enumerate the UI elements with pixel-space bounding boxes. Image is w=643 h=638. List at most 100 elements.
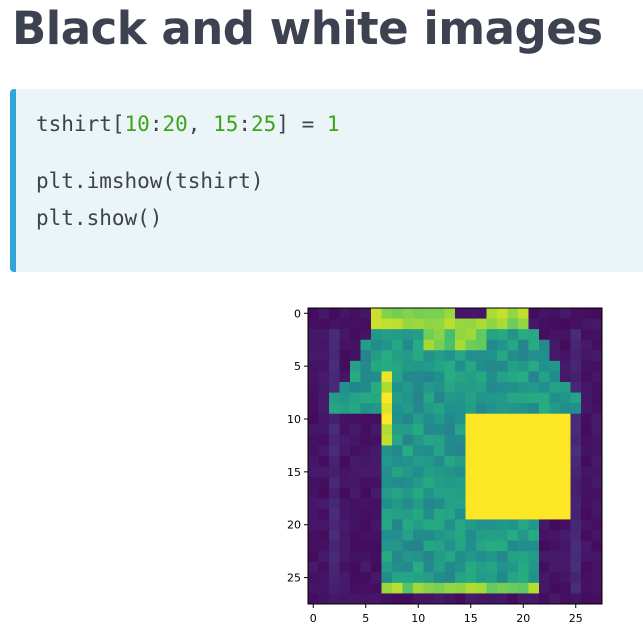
heatmap-cell <box>308 582 319 594</box>
heatmap-cell <box>465 477 477 489</box>
heatmap-cell <box>455 434 466 446</box>
heatmap-cell <box>570 371 582 383</box>
heatmap-cell <box>549 508 561 520</box>
heatmap-cell <box>413 434 424 446</box>
heatmap-cell <box>392 308 403 319</box>
heatmap-cell <box>497 498 508 510</box>
heatmap-cell <box>444 530 456 541</box>
heatmap-cell <box>486 456 498 467</box>
heatmap-cell <box>560 392 571 404</box>
heatmap-cell <box>308 403 319 415</box>
heatmap-cell <box>392 572 403 584</box>
heatmap-cell <box>381 445 393 457</box>
heatmap-cell <box>392 403 403 415</box>
heatmap-cell <box>465 382 477 393</box>
heatmap-cell <box>339 477 351 489</box>
heatmap-cell <box>518 530 529 541</box>
code-token: , <box>187 112 214 136</box>
heatmap-cell <box>476 339 487 351</box>
heatmap-cell <box>528 572 540 584</box>
heatmap-cell <box>350 350 361 362</box>
heatmap-cell <box>423 445 435 457</box>
heatmap-cell <box>413 593 424 605</box>
heatmap-cell <box>476 360 487 372</box>
heatmap-cell <box>455 318 466 330</box>
heatmap-cell <box>518 413 529 425</box>
heatmap-cell <box>339 582 351 594</box>
heatmap-cell <box>560 487 571 499</box>
heatmap-cell <box>318 413 330 425</box>
heatmap-cell <box>360 593 372 605</box>
heatmap-cell <box>455 424 466 436</box>
heatmap-cell <box>350 329 361 341</box>
heatmap-cell <box>413 498 424 510</box>
heatmap-cell <box>539 445 550 457</box>
heatmap-cell <box>329 445 340 457</box>
heatmap-cell <box>570 530 582 541</box>
heatmap-cell <box>560 424 571 436</box>
heatmap-cell <box>360 498 372 510</box>
heatmap-cell <box>476 582 487 594</box>
heatmap-cell <box>476 350 487 362</box>
heatmap-cell <box>402 487 414 499</box>
heatmap-cell <box>329 530 340 541</box>
heatmap-cell <box>329 392 340 404</box>
heatmap-cell <box>402 445 414 457</box>
heatmap-cell <box>402 582 414 594</box>
heatmap-cell <box>476 551 487 563</box>
heatmap-cell <box>591 519 603 531</box>
heatmap-cell <box>465 339 477 351</box>
heatmap-cell <box>591 582 603 594</box>
heatmap-cell <box>350 477 361 489</box>
heatmap-cell <box>339 540 351 552</box>
heatmap-cell <box>560 308 571 319</box>
heatmap-cell <box>486 508 498 520</box>
heatmap-cell <box>329 350 340 362</box>
heatmap-cell <box>402 403 414 415</box>
heatmap-cell <box>413 540 424 552</box>
heatmap-cell <box>360 445 372 457</box>
heatmap-cell <box>497 551 508 563</box>
heatmap-cell <box>360 424 372 436</box>
heatmap-cell <box>423 382 435 393</box>
heatmap-cell <box>591 382 603 393</box>
heatmap-cell <box>444 403 456 415</box>
code-number: 10 <box>124 112 150 136</box>
heatmap-cell <box>350 530 361 541</box>
heatmap-cell <box>497 456 508 467</box>
heatmap-cell <box>329 466 340 478</box>
heatmap-cell <box>434 519 445 531</box>
heatmap-cell <box>371 413 382 425</box>
heatmap-cell <box>560 350 571 362</box>
heatmap-cell <box>486 551 498 563</box>
heatmap-cell <box>444 308 456 319</box>
heatmap-cell <box>371 424 382 436</box>
heatmap-cell <box>318 466 330 478</box>
heatmap-cell <box>392 530 403 541</box>
heatmap-cell <box>549 456 561 467</box>
heatmap-cell <box>339 530 351 541</box>
heatmap-cell <box>444 540 456 552</box>
heatmap-cell <box>581 477 592 489</box>
heatmap-cell <box>549 434 561 446</box>
heatmap-cell <box>381 572 393 584</box>
heatmap-cell <box>371 403 382 415</box>
heatmap-cell <box>381 508 393 520</box>
heatmap-cell <box>434 582 445 594</box>
heatmap-cell <box>329 519 340 531</box>
heatmap-cell <box>518 582 529 594</box>
heatmap-cell <box>339 392 351 404</box>
heatmap-cell <box>392 371 403 383</box>
heatmap-cell <box>476 392 487 404</box>
heatmap-cell <box>339 382 351 393</box>
heatmap-cell <box>549 466 561 478</box>
heatmap-cell <box>308 360 319 372</box>
heatmap-cell <box>560 519 571 531</box>
heatmap-cell <box>528 477 540 489</box>
heatmap-cell <box>591 413 603 425</box>
heatmap-cell <box>581 371 592 383</box>
heatmap-cell <box>392 498 403 510</box>
heatmap-cell <box>339 561 351 573</box>
heatmap-cell <box>381 519 393 531</box>
heatmap-cell <box>444 508 456 520</box>
